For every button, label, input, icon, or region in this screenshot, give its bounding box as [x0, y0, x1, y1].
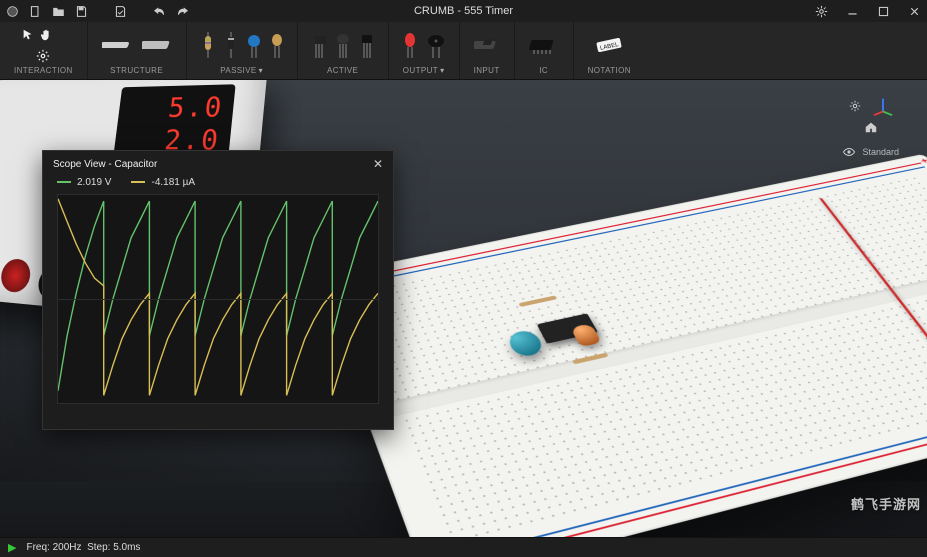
- scope-plot[interactable]: [57, 194, 379, 404]
- eye-icon[interactable]: [842, 145, 856, 159]
- resistor-icon[interactable]: [201, 32, 215, 58]
- tool-group-passive: PASSIVE▾: [187, 22, 298, 79]
- hand-icon[interactable]: [39, 28, 53, 42]
- scope-channel-current: -4.181 µA: [131, 177, 195, 188]
- scope-close-icon[interactable]: ✕: [373, 157, 383, 171]
- label-sticker-icon[interactable]: LABEL: [594, 37, 624, 53]
- home-view-icon[interactable]: [864, 120, 878, 134]
- app-logo-icon: [6, 5, 19, 18]
- play-button-icon[interactable]: ▶: [8, 541, 16, 554]
- watermark-text: 鹤飞手游网: [851, 494, 921, 513]
- maximize-button[interactable]: [877, 5, 890, 18]
- tool-group-label: STRUCTURE: [110, 66, 163, 75]
- redo-icon[interactable]: [176, 5, 189, 18]
- cursor-icon[interactable]: [21, 28, 35, 42]
- dropdown-caret-icon[interactable]: ▾: [259, 66, 263, 75]
- tool-group-interaction: INTERACTION: [0, 22, 88, 79]
- breadboard[interactable]: + − − + ABCDEFGHIJ: [315, 154, 927, 537]
- close-button[interactable]: [908, 5, 921, 18]
- breadboard-small-icon[interactable]: [102, 38, 132, 52]
- psu-voltage-readout: 5.0: [127, 90, 226, 123]
- tool-group-structure: STRUCTURE: [88, 22, 187, 79]
- tool-group-label: NOTATION: [588, 66, 631, 75]
- undo-icon[interactable]: [153, 5, 166, 18]
- status-text: Freq: 200Hz Step: 5.0ms: [26, 542, 140, 553]
- tool-group-notation: LABEL NOTATION: [574, 22, 645, 79]
- swatch-green-icon: [57, 181, 71, 183]
- tool-group-active: ACTIVE: [298, 22, 389, 79]
- tool-group-label: OUTPUT▾: [403, 66, 445, 75]
- tool-group-label: PASSIVE▾: [220, 66, 263, 75]
- scope-legend: 2.019 V -4.181 µA: [43, 177, 393, 194]
- tool-group-label: IC: [539, 66, 548, 75]
- view-gizmo-panel: Standard: [842, 95, 899, 159]
- psu-display: 5.0 2.0: [113, 84, 235, 156]
- minimize-button[interactable]: [846, 5, 859, 18]
- capacitor-electrolytic-icon[interactable]: [247, 32, 261, 58]
- title-bar: CRUMB - 555 Timer: [0, 0, 927, 22]
- status-bar: ▶ Freq: 200Hz Step: 5.0ms: [0, 537, 927, 557]
- tool-group-label: ACTIVE: [327, 66, 358, 75]
- switch-icon[interactable]: [474, 35, 500, 55]
- scope-channel-voltage: 2.019 V: [57, 177, 111, 188]
- window-title: CRUMB - 555 Timer: [414, 5, 513, 17]
- transistor-pnp-icon[interactable]: [336, 32, 350, 58]
- new-file-icon[interactable]: [29, 5, 42, 18]
- viewport-3d[interactable]: Standard 5.0 2.0 + − − + ABCDEFGHIJ: [0, 80, 927, 537]
- tool-group-label: INPUT: [474, 66, 500, 75]
- scope-grid-midline: [58, 299, 378, 300]
- settings-gear-icon[interactable]: [815, 5, 828, 18]
- save-icon[interactable]: [75, 5, 88, 18]
- buzzer-icon[interactable]: [427, 32, 445, 58]
- tool-group-label: INTERACTION: [14, 66, 73, 75]
- tool-group-output: OUTPUT▾: [389, 22, 460, 79]
- transistor-npn-icon[interactable]: [312, 32, 326, 58]
- tool-group-input: INPUT: [460, 22, 515, 79]
- scope-panel[interactable]: Scope View - Capacitor ✕ 2.019 V -4.181 …: [42, 150, 394, 430]
- dropdown-caret-icon[interactable]: ▾: [440, 66, 444, 75]
- dip-chip-icon[interactable]: [529, 35, 559, 55]
- capacitor-ceramic-icon[interactable]: [271, 32, 283, 58]
- tool-group-ic: IC: [515, 22, 574, 79]
- view-mode-label[interactable]: Standard: [862, 147, 899, 157]
- swatch-yellow-icon: [131, 181, 145, 183]
- open-folder-icon[interactable]: [52, 5, 65, 18]
- scope-title: Scope View - Capacitor: [53, 159, 157, 170]
- mosfet-icon[interactable]: [360, 32, 374, 58]
- view-settings-gear-icon[interactable]: [848, 99, 862, 113]
- axis-gizmo-icon[interactable]: [872, 95, 894, 117]
- breadboard-large-icon[interactable]: [142, 38, 172, 52]
- toolbar: INTERACTION STRUCTURE PASSIVE▾ ACTIVE: [0, 22, 927, 80]
- led-icon[interactable]: [403, 32, 417, 58]
- gear-icon[interactable]: [21, 49, 65, 63]
- diode-icon[interactable]: [225, 32, 237, 58]
- save-alt-icon[interactable]: [114, 5, 127, 18]
